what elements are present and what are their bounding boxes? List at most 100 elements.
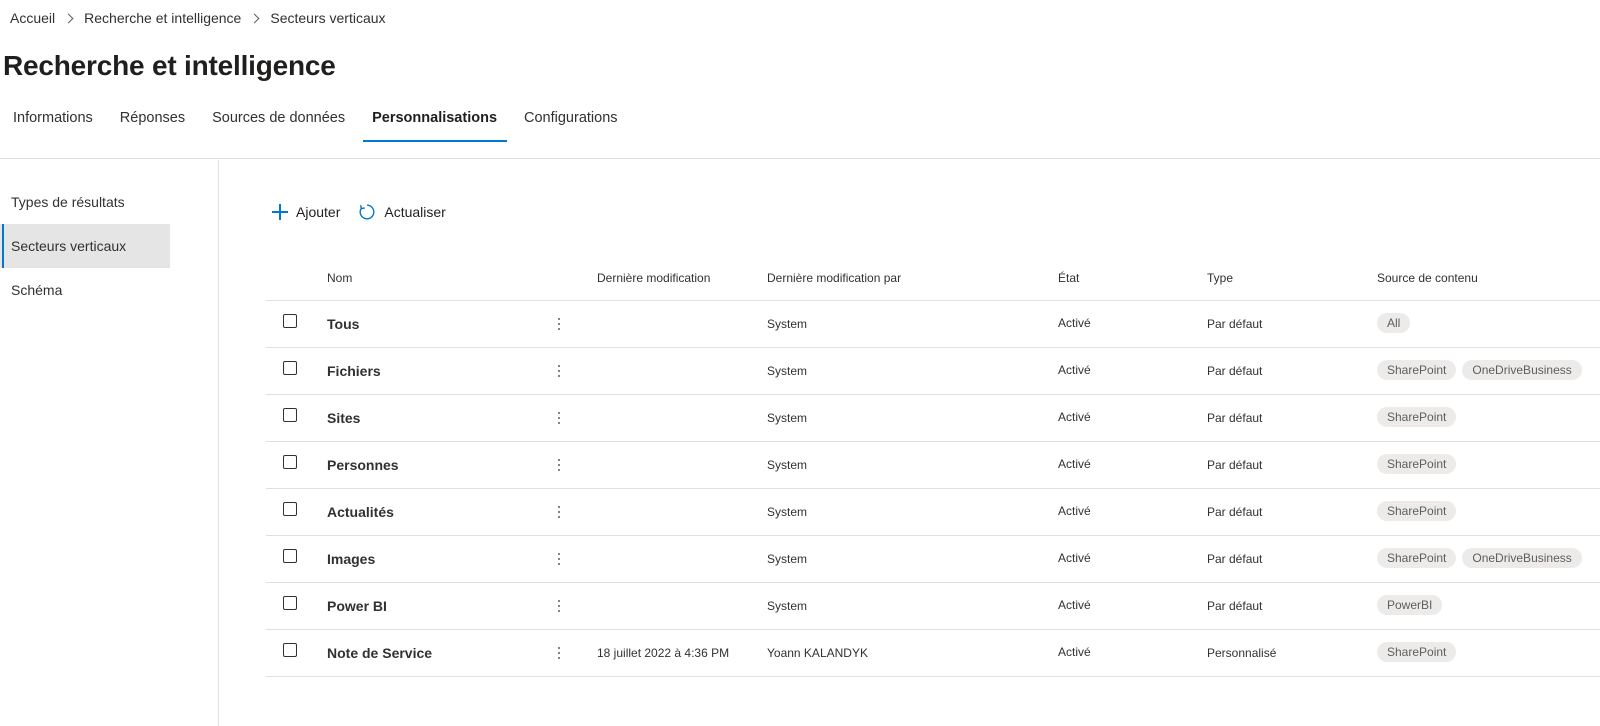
left-nav: Types de résultats Secteurs verticaux Sc… (0, 180, 218, 312)
content-source-chip: PowerBI (1377, 595, 1443, 615)
row-checkbox[interactable] (283, 455, 297, 469)
more-options-icon[interactable] (556, 457, 562, 473)
verticals-table: Nom Dernière modification Dernière modif… (266, 256, 1600, 677)
toolbar: Ajouter Actualiser (272, 202, 446, 222)
refresh-icon (359, 204, 375, 220)
column-header-name[interactable]: Nom (327, 271, 352, 285)
type-cell: Par défaut (1207, 364, 1263, 378)
vertical-name[interactable]: Actualités (327, 504, 394, 520)
vertical-name[interactable]: Images (327, 551, 375, 567)
content-source-chips: All (1377, 313, 1411, 333)
last-modified-cell: 18 juillet 2022 à 4:36 PM (597, 646, 730, 660)
more-options-icon[interactable] (556, 645, 562, 661)
plus-icon (272, 204, 288, 220)
breadcrumb: Accueil Recherche et intelligence Secteu… (10, 8, 386, 28)
vertical-name[interactable]: Fichiers (327, 363, 381, 379)
modified-by-cell: System (767, 505, 808, 519)
refresh-button[interactable]: Actualiser (358, 203, 446, 221)
column-header-modified[interactable]: Dernière modification (597, 271, 710, 285)
state-cell: Activé (1058, 504, 1091, 518)
vertical-name[interactable]: Sites (327, 410, 360, 426)
chevron-right-icon (249, 13, 260, 23)
table-row[interactable]: Tous System Activé Par défaut All (266, 301, 1600, 348)
content-source-chips: SharePoint OneDriveBusiness (1377, 548, 1582, 568)
tab-bar: Informations Réponses Sources de données… (0, 100, 632, 142)
tab-configurations[interactable]: Configurations (511, 100, 632, 142)
nav-item-schema[interactable]: Schéma (0, 268, 170, 312)
state-cell: Activé (1058, 645, 1091, 659)
more-options-icon[interactable] (556, 598, 562, 614)
table-row[interactable]: Sites System Activé Par défaut SharePoint (266, 395, 1600, 442)
table-body: Tous System Activé Par défaut All Fichiers Sys… (266, 301, 1600, 677)
tab-personnalisations[interactable]: Personnalisations (359, 100, 511, 142)
vertical-name[interactable]: Tous (327, 316, 359, 332)
vertical-name[interactable]: Power BI (327, 598, 387, 614)
table-row[interactable]: Actualités System Activé Par défaut SharePoi… (266, 489, 1600, 536)
content-source-chip: OneDriveBusiness (1462, 548, 1582, 568)
modified-by-cell: System (767, 317, 808, 331)
row-checkbox[interactable] (283, 549, 297, 563)
more-options-icon[interactable] (556, 504, 562, 520)
tabs-divider (0, 158, 1600, 159)
type-cell: Par défaut (1207, 505, 1263, 519)
row-checkbox[interactable] (283, 361, 297, 375)
content-source-chips: SharePoint (1377, 454, 1457, 474)
table-row[interactable]: Fichiers System Activé Par défaut SharePoint… (266, 348, 1600, 395)
state-cell: Activé (1058, 410, 1091, 424)
tab-reponses[interactable]: Réponses (107, 100, 199, 142)
type-cell: Personnalisé (1207, 646, 1277, 660)
row-checkbox[interactable] (283, 502, 297, 516)
nav-divider (218, 160, 219, 726)
content-source-chip: SharePoint (1377, 407, 1457, 427)
row-checkbox[interactable] (283, 314, 297, 328)
content-source-chip: SharePoint (1377, 642, 1457, 662)
type-cell: Par défaut (1207, 411, 1263, 425)
row-checkbox[interactable] (283, 408, 297, 422)
content-source-chips: PowerBI (1377, 595, 1443, 615)
modified-by-cell: System (767, 552, 808, 566)
modified-by-cell: System (767, 599, 808, 613)
content-source-chips: SharePoint (1377, 501, 1457, 521)
content-source-chip: SharePoint (1377, 501, 1457, 521)
content-source-chip: SharePoint (1377, 454, 1457, 474)
state-cell: Activé (1058, 457, 1091, 471)
modified-by-cell: System (767, 364, 808, 378)
content-source-chip: SharePoint (1377, 548, 1457, 568)
more-options-icon[interactable] (556, 551, 562, 567)
vertical-name[interactable]: Personnes (327, 457, 399, 473)
add-button[interactable]: Ajouter (272, 204, 340, 220)
content-source-chips: SharePoint (1377, 407, 1457, 427)
content-source-chips: SharePoint (1377, 642, 1457, 662)
type-cell: Par défaut (1207, 317, 1263, 331)
breadcrumb-item-search-intelligence[interactable]: Recherche et intelligence (84, 10, 241, 26)
tab-informations[interactable]: Informations (0, 100, 107, 142)
add-button-label: Ajouter (296, 204, 341, 220)
state-cell: Activé (1058, 363, 1091, 377)
modified-by-cell: System (767, 458, 808, 472)
column-header-modified-by[interactable]: Dernière modification par (767, 271, 901, 285)
type-cell: Par défaut (1207, 458, 1263, 472)
state-cell: Activé (1058, 316, 1091, 330)
breadcrumb-item-home[interactable]: Accueil (10, 10, 55, 26)
tab-sources-de-donnees[interactable]: Sources de données (199, 100, 359, 142)
table-row[interactable]: Images System Activé Par défaut SharePoint On… (266, 536, 1600, 583)
more-options-icon[interactable] (556, 316, 562, 332)
page-title: Recherche et intelligence (3, 50, 336, 81)
column-header-state[interactable]: État (1058, 271, 1079, 285)
column-header-type[interactable]: Type (1207, 271, 1233, 285)
column-header-source[interactable]: Source de contenu (1377, 271, 1478, 285)
nav-item-verticals[interactable]: Secteurs verticaux (0, 224, 170, 268)
table-row[interactable]: Personnes System Activé Par défaut SharePoin… (266, 442, 1600, 489)
more-options-icon[interactable] (556, 363, 562, 379)
type-cell: Par défaut (1207, 552, 1263, 566)
nav-item-result-types[interactable]: Types de résultats (0, 180, 170, 224)
refresh-button-label: Actualiser (384, 204, 446, 220)
table-row[interactable]: Note de Service 18 juillet 2022 à 4:36 PM… (266, 630, 1600, 677)
more-options-icon[interactable] (556, 410, 562, 426)
vertical-name[interactable]: Note de Service (327, 645, 432, 661)
state-cell: Activé (1058, 598, 1091, 612)
modified-by-cell: System (767, 411, 808, 425)
row-checkbox[interactable] (283, 643, 297, 657)
table-row[interactable]: Power BI System Activé Par défaut PowerBI (266, 583, 1600, 630)
row-checkbox[interactable] (283, 596, 297, 610)
